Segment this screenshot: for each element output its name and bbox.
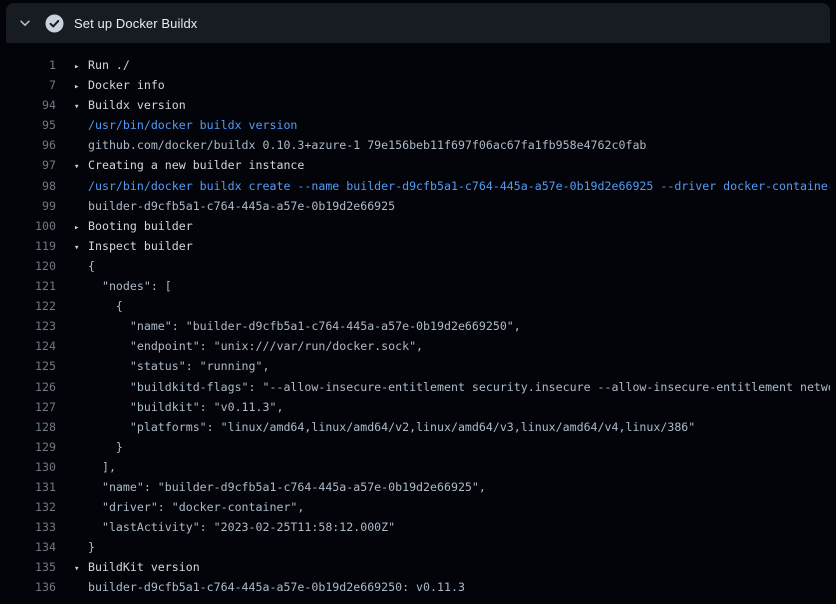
- line-number[interactable]: 136: [6, 577, 56, 597]
- line-number[interactable]: 119: [6, 236, 56, 256]
- output-text: "endpoint": "unix:///var/run/docker.sock…: [88, 336, 423, 356]
- triangle-down-icon[interactable]: ▾: [74, 157, 88, 175]
- log-group-row[interactable]: 135 ▾BuildKit version: [6, 557, 830, 577]
- log-line: 121 "nodes": [: [6, 276, 830, 296]
- line-number[interactable]: 121: [6, 276, 56, 296]
- log-step-container: Set up Docker Buildx 1▸Run ./7▸Docker in…: [6, 3, 830, 604]
- log-line: 131 "name": "builder-d9cfb5a1-c764-445a-…: [6, 477, 830, 497]
- log-group-row[interactable]: 97 ▾Creating a new builder instance: [6, 155, 830, 175]
- group-title: BuildKit version: [88, 557, 200, 577]
- group-title: Inspect builder: [88, 236, 193, 256]
- log-line: 99 builder-d9cfb5a1-c764-445a-a57e-0b19d2…: [6, 196, 830, 216]
- line-number[interactable]: 125: [6, 356, 56, 376]
- output-text: "platforms": "linux/amd64,linux/amd64/v2…: [88, 417, 695, 437]
- output-text: }: [88, 437, 123, 457]
- line-number[interactable]: 122: [6, 296, 56, 316]
- output-text: "nodes": [: [88, 276, 172, 296]
- log-line: 130 ],: [6, 457, 830, 477]
- group-title: Buildx version: [88, 95, 186, 115]
- log-line: 134}: [6, 537, 830, 557]
- line-number[interactable]: 7: [6, 75, 56, 95]
- output-text: "name": "builder-d9cfb5a1-c764-445a-a57e…: [88, 477, 486, 497]
- group-title: Creating a new builder instance: [88, 155, 304, 175]
- output-text: builder-d9cfb5a1-c764-445a-a57e-0b19d2e6…: [88, 196, 395, 216]
- log-line: 132 "driver": "docker-container",: [6, 497, 830, 517]
- log-line: 123 "name": "builder-d9cfb5a1-c764-445a-…: [6, 316, 830, 336]
- triangle-right-icon[interactable]: ▸: [74, 57, 88, 75]
- log-line: 120 {: [6, 256, 830, 276]
- output-text: builder-d9cfb5a1-c764-445a-a57e-0b19d2e6…: [88, 577, 465, 597]
- group-title: Docker info: [88, 75, 165, 95]
- log-group-row[interactable]: 7 ▸Docker info: [6, 75, 830, 95]
- log-line: 125 "status": "running",: [6, 356, 830, 376]
- line-number[interactable]: 100: [6, 216, 56, 236]
- log-group-row[interactable]: 119 ▾Inspect builder: [6, 236, 830, 256]
- log-line: 133 "lastActivity": "2023-02-25T11:58:12…: [6, 517, 830, 537]
- line-number[interactable]: 129: [6, 437, 56, 457]
- triangle-down-icon[interactable]: ▾: [74, 238, 88, 256]
- output-text: "driver": "docker-container",: [88, 497, 304, 517]
- group-title: Run ./: [88, 55, 130, 75]
- output-text: {: [88, 256, 95, 276]
- collapse-step-button[interactable]: [15, 13, 35, 33]
- log-line: 96 github.com/docker/buildx 0.10.3+azure-…: [6, 135, 830, 155]
- line-number[interactable]: 134: [6, 537, 56, 557]
- line-number[interactable]: 135: [6, 557, 56, 577]
- line-number[interactable]: 97: [6, 155, 56, 175]
- line-number[interactable]: 98: [6, 176, 56, 196]
- log-lines: 1▸Run ./7▸Docker info94▾Buildx version95…: [6, 43, 830, 598]
- triangle-right-icon[interactable]: ▸: [74, 77, 88, 95]
- line-number[interactable]: 96: [6, 135, 56, 155]
- line-number[interactable]: 127: [6, 397, 56, 417]
- line-number[interactable]: 1: [6, 55, 56, 75]
- line-number[interactable]: 130: [6, 457, 56, 477]
- triangle-right-icon[interactable]: ▸: [74, 218, 88, 236]
- output-text: ],: [88, 457, 116, 477]
- triangle-down-icon[interactable]: ▾: [74, 559, 88, 577]
- log-group-row[interactable]: 94 ▾Buildx version: [6, 95, 830, 115]
- log-line: 124 "endpoint": "unix:///var/run/docker.…: [6, 336, 830, 356]
- line-number[interactable]: 132: [6, 497, 56, 517]
- step-header[interactable]: Set up Docker Buildx: [6, 3, 830, 43]
- line-number[interactable]: 120: [6, 256, 56, 276]
- line-number[interactable]: 123: [6, 316, 56, 336]
- output-text: "buildkit": "v0.11.3",: [88, 397, 283, 417]
- output-text: "name": "builder-d9cfb5a1-c764-445a-a57e…: [88, 316, 521, 336]
- log-line: 95/usr/bin/docker buildx version: [6, 115, 830, 135]
- log-line: 136 builder-d9cfb5a1-c764-445a-a57e-0b19d…: [6, 577, 830, 597]
- line-number[interactable]: 124: [6, 336, 56, 356]
- command-text: /usr/bin/docker buildx create --name bui…: [88, 176, 830, 196]
- chevron-down-icon: [18, 16, 32, 30]
- line-number[interactable]: 99: [6, 196, 56, 216]
- status-success-icon: [45, 14, 64, 33]
- triangle-down-icon[interactable]: ▾: [74, 97, 88, 115]
- line-number[interactable]: 126: [6, 377, 56, 397]
- output-text: "lastActivity": "2023-02-25T11:58:12.000…: [88, 517, 395, 537]
- line-number[interactable]: 95: [6, 115, 56, 135]
- log-line: 122 {: [6, 296, 830, 316]
- output-text: "buildkitd-flags": "--allow-insecure-ent…: [88, 377, 830, 397]
- output-text: }: [88, 537, 95, 557]
- output-text: "status": "running",: [88, 356, 269, 376]
- log-line: 128 "platforms": "linux/amd64,linux/amd6…: [6, 417, 830, 437]
- log-group-row[interactable]: 1 ▸Run ./: [6, 55, 830, 75]
- step-title: Set up Docker Buildx: [74, 16, 197, 31]
- log-group-row[interactable]: 100 ▸Booting builder: [6, 216, 830, 236]
- log-line: 126 "buildkitd-flags": "--allow-insecure…: [6, 377, 830, 397]
- line-number[interactable]: 128: [6, 417, 56, 437]
- output-text: {: [88, 296, 123, 316]
- output-text: github.com/docker/buildx 0.10.3+azure-1 …: [88, 135, 646, 155]
- line-number[interactable]: 131: [6, 477, 56, 497]
- log-line: 129 }: [6, 437, 830, 457]
- command-text: /usr/bin/docker buildx version: [88, 115, 297, 135]
- line-number[interactable]: 94: [6, 95, 56, 115]
- group-title: Booting builder: [88, 216, 193, 236]
- log-line: 98/usr/bin/docker buildx create --name b…: [6, 176, 830, 196]
- log-line: 127 "buildkit": "v0.11.3",: [6, 397, 830, 417]
- line-number[interactable]: 133: [6, 517, 56, 537]
